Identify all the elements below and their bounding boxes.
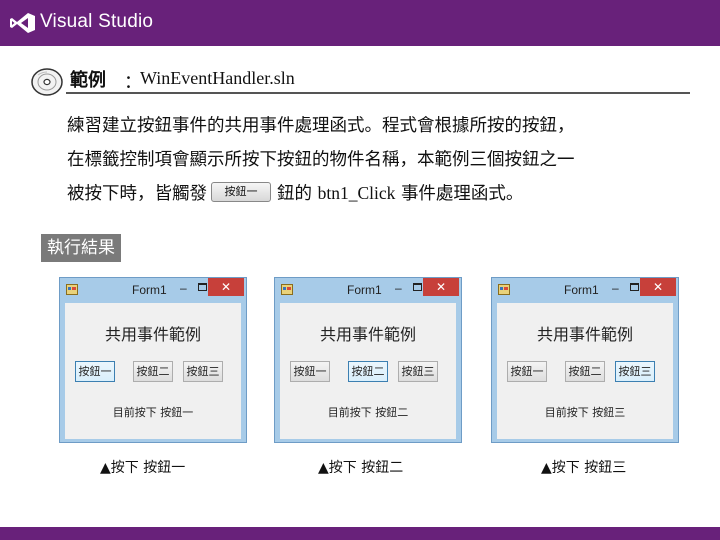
button-1[interactable]: 按鈕一 <box>507 361 547 382</box>
window-client-area: 共用事件範例 按鈕一 按鈕二 按鈕三 目前按下 按鈕二 <box>280 303 456 439</box>
example-label: 範例 <box>70 70 106 91</box>
maximize-button[interactable] <box>413 283 422 291</box>
app-title: Visual Studio <box>40 11 154 32</box>
caption-2: ▲按下 按鈕二 <box>318 460 404 476</box>
form-heading: 共用事件範例 <box>104 325 201 344</box>
line3-code: btn1_Click <box>317 183 396 203</box>
button-3[interactable]: 按鈕三 <box>615 361 655 382</box>
example-divider <box>66 92 690 94</box>
window-titlebar[interactable]: Form1 – ✕ <box>60 278 246 302</box>
cd-disc-icon <box>31 68 63 96</box>
window-titlebar[interactable]: Form1 – ✕ <box>275 278 461 302</box>
button-1[interactable]: 按鈕一 <box>290 361 330 382</box>
minimize-button[interactable]: – <box>395 281 402 295</box>
footer-bar <box>0 527 720 540</box>
line3-after: 事件處理函式。 <box>400 184 524 204</box>
line3-middle: 鈕的 <box>277 184 312 204</box>
button-1[interactable]: 按鈕一 <box>75 361 115 382</box>
form-window-3: Form1 – ✕ 共用事件範例 按鈕一 按鈕二 按鈕三 目前按下 按鈕三 <box>491 277 679 443</box>
button-2[interactable]: 按鈕二 <box>133 361 173 382</box>
maximize-button[interactable] <box>198 283 207 291</box>
caption-1: ▲按下 按鈕一 <box>100 460 186 476</box>
form-window-1: Form1 – ✕ 共用事件範例 按鈕一 按鈕二 按鈕三 目前按下 按鈕一 <box>59 277 247 443</box>
close-button[interactable]: ✕ <box>208 278 244 296</box>
window-client-area: 共用事件範例 按鈕一 按鈕二 按鈕三 目前按下 按鈕一 <box>65 303 241 439</box>
close-button[interactable]: ✕ <box>423 278 459 296</box>
form-heading: 共用事件範例 <box>319 325 416 344</box>
header-bar: Visual Studio <box>0 0 720 46</box>
description-line-2: 在標籤控制項會顯示所按下按鈕的物件名稱，本範例三個按鈕之一 <box>67 150 575 170</box>
minimize-button[interactable]: – <box>612 281 619 295</box>
status-label: 目前按下 按鈕三 <box>544 406 626 419</box>
window-title: Form1 <box>347 283 382 297</box>
description-line-3: 被按下時，皆觸發 按鈕一 鈕的 btn1_Click 事件處理函式。 <box>67 180 707 205</box>
button-3[interactable]: 按鈕三 <box>398 361 438 382</box>
window-client-area: 共用事件範例 按鈕一 按鈕二 按鈕三 目前按下 按鈕三 <box>497 303 673 439</box>
inline-button-sample: 按鈕一 <box>211 182 271 202</box>
form-app-icon <box>66 284 78 295</box>
form-app-icon <box>281 284 293 295</box>
window-titlebar[interactable]: Form1 – ✕ <box>492 278 678 302</box>
button-2[interactable]: 按鈕二 <box>348 361 388 382</box>
caption-3: ▲按下 按鈕三 <box>541 460 627 476</box>
form-window-2: Form1 – ✕ 共用事件範例 按鈕一 按鈕二 按鈕三 目前按下 按鈕二 <box>274 277 462 443</box>
maximize-button[interactable] <box>630 283 639 291</box>
close-button[interactable]: ✕ <box>640 278 676 296</box>
description-line-1: 練習建立按鈕事件的共用事件處理函式。程式會根據所按的按鈕， <box>67 116 575 136</box>
form-heading: 共用事件範例 <box>536 325 633 344</box>
window-title: Form1 <box>132 283 167 297</box>
line3-before: 被按下時，皆觸發 <box>67 184 207 204</box>
result-label: 執行結果 <box>41 234 121 262</box>
minimize-button[interactable]: – <box>180 281 187 295</box>
example-filename: Win​EventHandler.sln <box>140 68 295 88</box>
form-app-icon <box>498 284 510 295</box>
button-3[interactable]: 按鈕三 <box>183 361 223 382</box>
button-2[interactable]: 按鈕二 <box>565 361 605 382</box>
status-label: 目前按下 按鈕一 <box>112 406 194 419</box>
visual-studio-logo-icon <box>10 13 35 33</box>
status-label: 目前按下 按鈕二 <box>327 406 409 419</box>
window-title: Form1 <box>564 283 599 297</box>
